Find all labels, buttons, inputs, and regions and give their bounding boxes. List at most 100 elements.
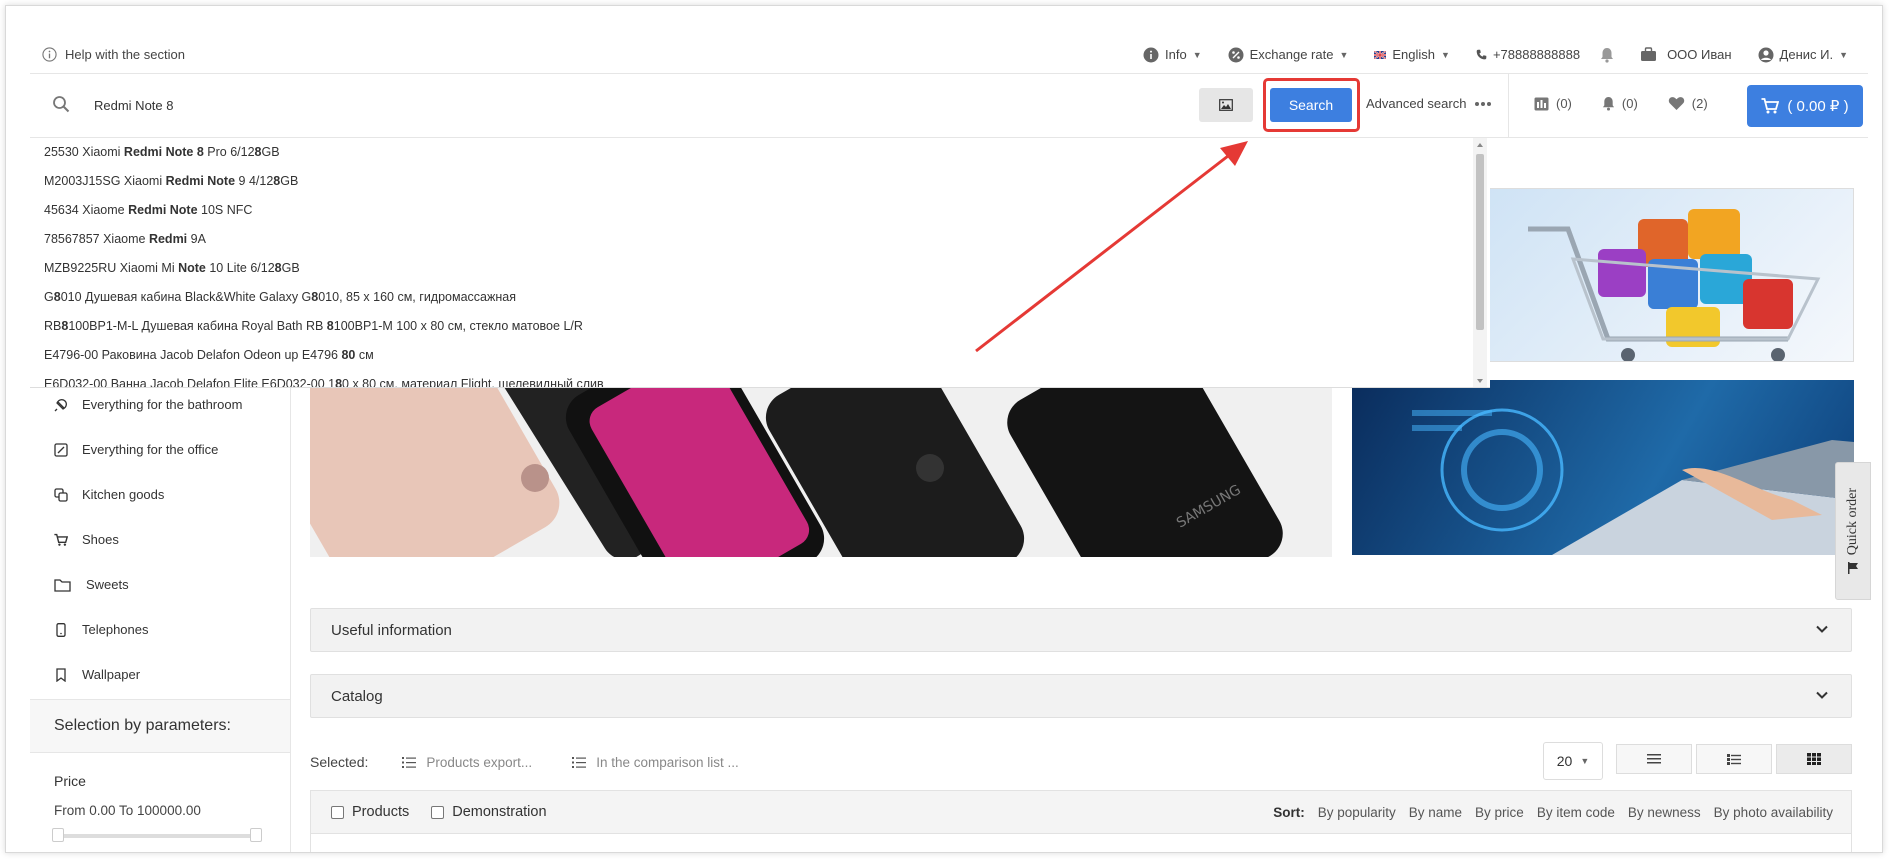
image-search-button[interactable] xyxy=(1199,88,1253,122)
suggestions-scrollbar[interactable] xyxy=(1473,138,1487,387)
suggestion-item[interactable]: 45634 Xiaome Redmi Note 10S NFC xyxy=(30,196,1490,225)
products-header-row: Products Demonstration Sort: By populari… xyxy=(310,790,1852,834)
suggestion-match: 8 xyxy=(254,145,262,159)
suggestion-item[interactable]: G8010 Душевая кабина Black&White Galaxy … xyxy=(30,283,1490,312)
view-grid-button[interactable] xyxy=(1776,744,1852,774)
suggestion-text: 010 Душевая кабина Black&White Galaxy G xyxy=(60,290,312,304)
list-view-icon xyxy=(1647,754,1661,764)
sidebar-item-shoes[interactable]: Shoes xyxy=(30,517,290,562)
suggestion-match: 8 xyxy=(335,377,343,388)
suggestion-text: 100BP1-M-L Душевая кабина Royal Bath RB xyxy=(68,319,327,333)
per-page-select[interactable]: 20 ▼ xyxy=(1543,742,1603,780)
laptop-banner-image[interactable] xyxy=(1352,380,1854,555)
suggestion-text: 10S NFC xyxy=(197,203,253,217)
suggestion-text: GB xyxy=(261,145,280,159)
cart-button[interactable]: ( 0.00 ₽ ) xyxy=(1747,85,1863,127)
chevron-down-icon: ▼ xyxy=(1580,756,1590,766)
suggestion-item[interactable]: M2003J15SG Xiaomi Redmi Note 9 4/128GB xyxy=(30,167,1490,196)
sidebar-item-kitchen[interactable]: Kitchen goods xyxy=(30,472,290,517)
phone-contact[interactable]: +78888888888 xyxy=(1476,47,1614,63)
sidebar-item-bathroom[interactable]: Everything for the bathroom xyxy=(30,382,290,427)
bell-icon[interactable] xyxy=(1600,47,1614,63)
suggestion-text: G xyxy=(44,290,54,304)
quick-order-tab[interactable]: Quick order xyxy=(1835,462,1871,600)
suggestion-item[interactable]: MZB9225RU Xiaomi Mi Note 10 Lite 6/128GB xyxy=(30,254,1490,283)
suggestion-item[interactable]: E6D032-00 Ванна Jacob Delafon Elite E6D0… xyxy=(30,370,1490,388)
sort-by-name[interactable]: By name xyxy=(1409,805,1462,820)
detailed-list-icon xyxy=(1727,753,1741,765)
cart-icon xyxy=(1761,98,1780,114)
sidebar-item-telephones[interactable]: Telephones xyxy=(30,607,290,652)
price-label: Price xyxy=(54,773,86,789)
user-menu[interactable]: Денис И. ▼ xyxy=(1758,47,1848,63)
company-selector[interactable]: ООО Иван xyxy=(1640,47,1732,62)
sidebar: Everything for the bathroom Everything f… xyxy=(30,382,291,852)
catalog-accordion[interactable]: Catalog xyxy=(310,674,1852,718)
suggestion-match: Redmi Note 8 xyxy=(123,145,204,159)
sort-by-photo-availability[interactable]: By photo availability xyxy=(1714,805,1833,820)
language-dropdown[interactable]: English ▼ xyxy=(1374,47,1450,62)
company-name: ООО Иван xyxy=(1667,47,1732,62)
view-list-button[interactable] xyxy=(1616,744,1692,774)
info-circle-icon xyxy=(42,47,57,62)
per-page-value: 20 xyxy=(1556,753,1573,769)
sort-options: Sort: By popularity By name By price By … xyxy=(1273,805,1851,820)
search-button-highlight xyxy=(1263,78,1360,132)
comparison-list-link[interactable]: In the comparison list ... xyxy=(572,755,739,770)
sidebar-item-wallpaper[interactable]: Wallpaper xyxy=(30,652,290,697)
info-icon xyxy=(1143,47,1159,62)
sidebar-item-label: Everything for the bathroom xyxy=(82,397,243,412)
products-export-link[interactable]: Products export... xyxy=(402,755,532,770)
user-name: Денис И. xyxy=(1779,47,1834,62)
chevron-down-icon: ▼ xyxy=(1192,49,1202,60)
suggestion-item[interactable]: 78567857 Xiaome Redmi 9A xyxy=(30,225,1490,254)
sidebar-item-sweets[interactable]: Sweets xyxy=(30,562,290,607)
search-input[interactable] xyxy=(94,90,1144,121)
sort-by-price[interactable]: By price xyxy=(1475,805,1524,820)
sort-by-item-code[interactable]: By item code xyxy=(1537,805,1615,820)
suggestion-item[interactable]: RB 8100BP1-M-L Душевая кабина Royal Bath … xyxy=(30,312,1490,341)
products-checkbox-label: Products xyxy=(352,804,410,820)
view-detailed-list-button[interactable] xyxy=(1696,744,1772,774)
exchange-rate-dropdown[interactable]: Exchange rate ▼ xyxy=(1228,47,1348,63)
phone-icon xyxy=(1476,49,1487,60)
cart-banner-image[interactable] xyxy=(1487,188,1854,362)
catalog-label: Catalog xyxy=(331,687,383,705)
advanced-search-link[interactable]: Advanced search xyxy=(1366,96,1492,111)
price-slider[interactable] xyxy=(52,828,262,842)
suggestion-text: M2003J15SG Xiaomi xyxy=(44,174,166,188)
suggestion-match: Redmi xyxy=(148,232,188,246)
favorites-counter[interactable]: (2) xyxy=(1668,96,1708,111)
checkbox-box[interactable] xyxy=(331,805,344,819)
scrollbar-thumb[interactable] xyxy=(1476,154,1484,330)
suggestion-item[interactable]: E4796-00 Раковина Jacob Delafon Odeon up… xyxy=(30,341,1490,370)
smartphones-banner-image[interactable]: SAMSUNG xyxy=(310,388,1332,557)
suggestion-text: 45634 Xiaome xyxy=(44,203,129,217)
cart-icon xyxy=(54,533,68,546)
price-slider-max-handle[interactable] xyxy=(250,828,262,842)
notifications-counter[interactable]: (0) xyxy=(1602,96,1638,111)
sort-by-newness[interactable]: By newness xyxy=(1628,805,1701,820)
browser-frame: Help with the section Info ▼ Exchange ra… xyxy=(5,5,1883,853)
suggestion-item[interactable]: 25530 Xiaomi Redmi Note 8 Pro 6/128GB xyxy=(30,138,1490,167)
chevron-down-icon xyxy=(1816,691,1828,699)
sort-by-popularity[interactable]: By popularity xyxy=(1318,805,1396,820)
checkbox-box[interactable] xyxy=(431,805,445,819)
compare-count: (0) xyxy=(1556,96,1572,111)
price-slider-min-handle[interactable] xyxy=(52,828,64,842)
info-dropdown[interactable]: Info ▼ xyxy=(1143,47,1202,63)
price-range: From 0.00 To 100000.00 xyxy=(54,803,201,818)
scroll-down-icon[interactable] xyxy=(1473,376,1487,386)
sidebar-item-label: Kitchen goods xyxy=(82,487,165,502)
search-suggestions-dropdown: 25530 Xiaomi Redmi Note 8 Pro 6/128GB M20… xyxy=(30,138,1490,388)
demonstration-checkbox[interactable]: Demonstration xyxy=(431,804,547,820)
scroll-up-icon[interactable] xyxy=(1473,140,1487,150)
sidebar-item-office[interactable]: Everything for the office xyxy=(30,427,290,472)
products-checkbox[interactable]: Products xyxy=(331,804,409,820)
suggestion-text: 9A xyxy=(187,232,206,246)
compare-counter[interactable]: (0) xyxy=(1534,96,1572,111)
help-section-link[interactable]: Help with the section xyxy=(30,47,185,62)
useful-information-accordion[interactable]: Useful information xyxy=(310,608,1852,652)
suggestion-text: 0 x 80 см, материал Flight, щелевидный с… xyxy=(342,377,604,388)
top-bar: Help with the section Info ▼ Exchange ra… xyxy=(30,36,1868,74)
